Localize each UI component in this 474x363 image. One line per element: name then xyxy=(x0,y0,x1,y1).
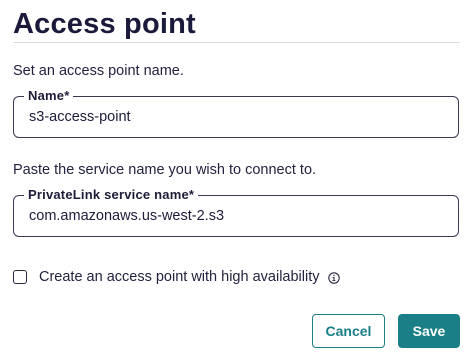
title-divider xyxy=(13,42,460,43)
page-title: Access point xyxy=(13,8,196,40)
high-availability-checkbox[interactable] xyxy=(13,270,27,284)
name-field[interactable]: Name* xyxy=(13,87,459,138)
service-name-input[interactable] xyxy=(29,207,439,225)
name-field-label: Name* xyxy=(24,87,74,105)
info-icon[interactable] xyxy=(328,271,341,284)
cancel-button[interactable]: Cancel xyxy=(312,314,385,348)
service-name-field-label: PrivateLink service name* xyxy=(24,186,199,204)
high-availability-row[interactable]: Create an access point with high availab… xyxy=(13,267,341,287)
save-button[interactable]: Save xyxy=(398,314,460,348)
service-helper-text: Paste the service name you wish to conne… xyxy=(13,162,317,178)
name-helper-text: Set an access point name. xyxy=(13,63,184,79)
high-availability-label[interactable]: Create an access point with high availab… xyxy=(39,268,319,286)
name-input[interactable] xyxy=(29,108,439,126)
service-name-field[interactable]: PrivateLink service name* xyxy=(13,186,459,237)
